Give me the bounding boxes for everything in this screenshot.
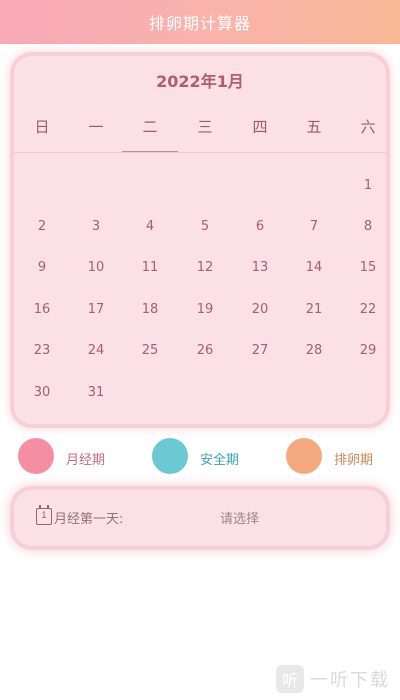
weekday-divider — [14, 152, 386, 153]
calendar-day[interactable]: 24 — [76, 343, 116, 358]
calendar-day[interactable]: 22 — [348, 302, 388, 317]
menstrual-period-dot — [18, 438, 54, 474]
calendar-icon: 1 — [36, 505, 52, 525]
calendar-card: 2022年1月 日 一 二 三 四 五 六 1 2 3 4 5 6 7 8 9 10 11 12 13 1… — [10, 52, 390, 428]
period-start-card: 1 月经第一天: 请选择 — [10, 486, 390, 550]
first-day-select[interactable]: 请选择 — [220, 508, 259, 527]
calendar-day[interactable]: 29 — [348, 343, 388, 358]
calendar-day[interactable]: 12 — [185, 260, 225, 275]
calendar-day[interactable]: 3 — [76, 219, 116, 234]
calendar-day[interactable]: 2 — [22, 219, 62, 234]
weekday-sat: 六 — [360, 118, 376, 136]
calendar-day[interactable]: 6 — [240, 219, 280, 234]
calendar-day[interactable]: 9 — [22, 260, 62, 275]
ovulation-period-label: 排卵期 — [334, 453, 374, 468]
watermark: 听 一听下载 — [276, 664, 390, 694]
calendar-day[interactable]: 28 — [294, 343, 334, 358]
menstrual-period-label: 月经期 — [66, 453, 106, 468]
calendar-day[interactable]: 27 — [240, 343, 280, 358]
safe-period-dot — [152, 438, 188, 474]
calendar-day[interactable]: 13 — [240, 260, 280, 275]
weekday-mon: 一 — [88, 118, 104, 136]
first-day-label: 月经第一天: — [54, 512, 124, 527]
weekday-tue: 二 — [142, 118, 158, 136]
calendar-day[interactable]: 7 — [294, 219, 334, 234]
calendar-day[interactable]: 8 — [348, 219, 388, 234]
month-title: 2022年1月 — [156, 72, 244, 91]
calendar-day[interactable]: 30 — [22, 385, 62, 400]
calendar-day[interactable]: 15 — [348, 260, 388, 275]
calendar-day[interactable]: 19 — [185, 302, 225, 317]
weekday-sun: 日 — [34, 118, 50, 136]
weekday-thu: 四 — [252, 118, 268, 136]
legend: 月经期 安全期 排卵期 — [0, 438, 400, 478]
watermark-logo-icon: 听 — [276, 665, 304, 693]
calendar-day[interactable]: 26 — [185, 343, 225, 358]
calendar-day[interactable]: 23 — [22, 343, 62, 358]
weekday-fri: 五 — [306, 118, 322, 136]
calendar-day[interactable]: 10 — [76, 260, 116, 275]
calendar-day[interactable]: 1 — [348, 178, 388, 193]
ovulation-period-dot — [286, 438, 322, 474]
calendar-day[interactable]: 5 — [185, 219, 225, 234]
page-title: 排卵期计算器 — [148, 14, 251, 33]
calendar-day[interactable]: 31 — [76, 385, 116, 400]
calendar-day[interactable]: 11 — [130, 260, 170, 275]
weekday-row: 日 一 二 三 四 五 六 — [14, 116, 386, 138]
calendar-day[interactable]: 16 — [22, 302, 62, 317]
weekday-wed: 三 — [197, 118, 213, 136]
calendar-day[interactable]: 18 — [130, 302, 170, 317]
calendar-day[interactable]: 21 — [294, 302, 334, 317]
calendar-day[interactable]: 4 — [130, 219, 170, 234]
calendar-day[interactable]: 14 — [294, 260, 334, 275]
safe-period-label: 安全期 — [200, 453, 240, 468]
calendar-day[interactable]: 20 — [240, 302, 280, 317]
calendar-day[interactable]: 17 — [76, 302, 116, 317]
app-header: 排卵期计算器 — [0, 0, 400, 44]
watermark-text: 一听下载 — [310, 670, 390, 691]
calendar-day[interactable]: 25 — [130, 343, 170, 358]
